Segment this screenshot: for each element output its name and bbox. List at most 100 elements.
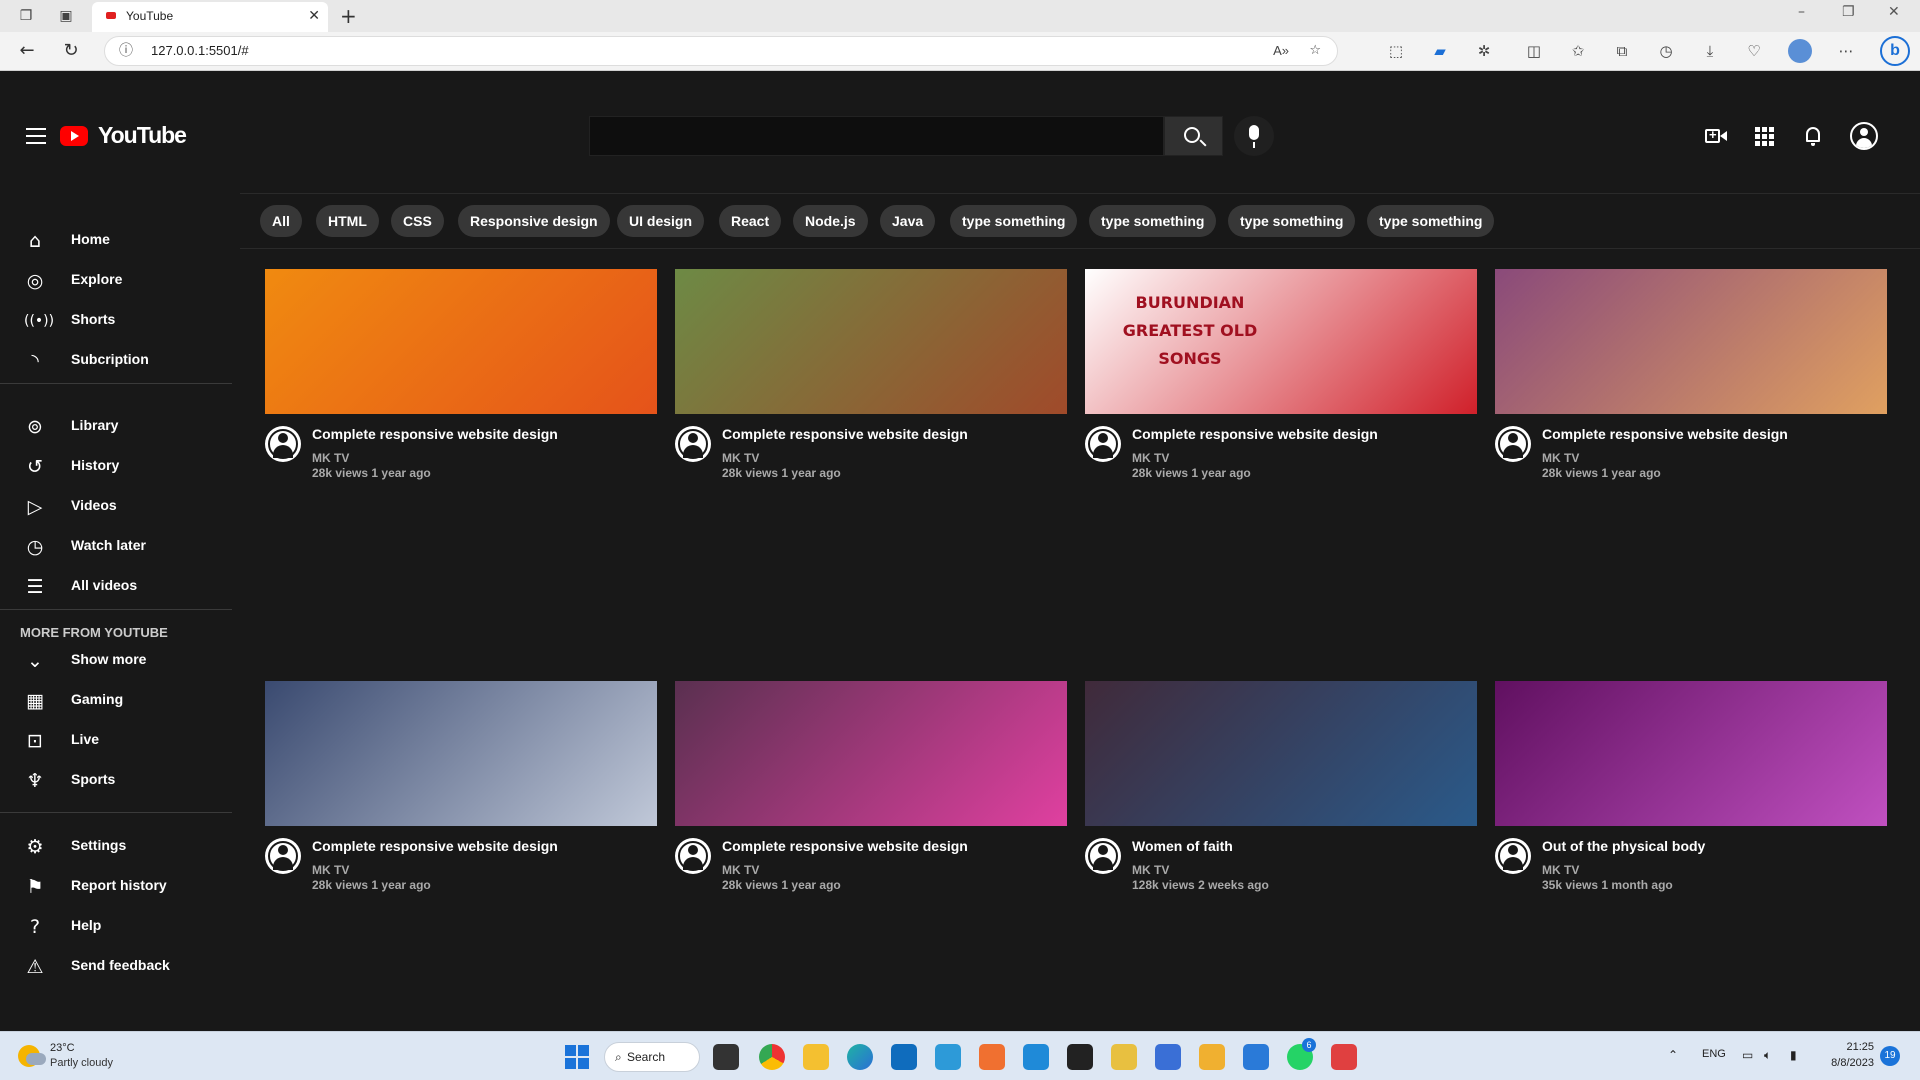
close-window-icon[interactable]: ✕: [1888, 4, 1900, 20]
video-title[interactable]: Complete responsive website design: [312, 838, 558, 854]
sidebar-item-gaming[interactable]: ▦ Gaming: [0, 680, 232, 720]
search-button[interactable]: [1164, 116, 1223, 156]
windows-start-icon[interactable]: [565, 1045, 589, 1069]
sidebar-item-send-feedback[interactable]: ⚠ Send feedback: [0, 946, 232, 986]
app-icon[interactable]: [1199, 1044, 1225, 1070]
chip-css[interactable]: CSS: [391, 205, 444, 237]
channel-avatar-icon[interactable]: [1085, 838, 1121, 874]
video-card[interactable]: Complete responsive website design MK TV 2…: [265, 269, 657, 489]
channel-avatar-icon[interactable]: [265, 838, 301, 874]
sidebar-item-settings[interactable]: ⚙ Settings: [0, 826, 232, 866]
video-thumbnail[interactable]: [265, 681, 657, 826]
browser-tab-youtube[interactable]: YouTube ✕: [92, 2, 328, 32]
restore-icon[interactable]: ❐: [1842, 4, 1855, 20]
video-thumbnail[interactable]: [1085, 681, 1477, 826]
sidebar-item-help[interactable]: ? Help: [0, 906, 232, 946]
terminal-icon[interactable]: [1067, 1044, 1093, 1070]
account-avatar-icon[interactable]: [1850, 122, 1878, 150]
sidebar-item-library[interactable]: ⊚ Library: [0, 406, 232, 446]
read-aloud-icon[interactable]: A»: [1273, 37, 1289, 65]
search-input[interactable]: [589, 116, 1164, 156]
chip-nodejs[interactable]: Node.js: [793, 205, 868, 237]
hamburger-menu-icon[interactable]: [26, 128, 46, 144]
video-card[interactable]: BURUNDIAN GREATEST OLD SONGS Complete res…: [1085, 269, 1477, 489]
notifications-bell-icon[interactable]: [1801, 124, 1825, 148]
favorite-star-icon[interactable]: ☆: [1309, 37, 1321, 65]
site-info-icon[interactable]: ⓘ: [119, 37, 133, 65]
more-menu-icon[interactable]: ⋯: [1836, 41, 1856, 61]
channel-avatar-icon[interactable]: [675, 426, 711, 462]
vscode-icon[interactable]: [1023, 1044, 1049, 1070]
taskbar-search[interactable]: ⌕ Search: [604, 1042, 700, 1072]
channel-avatar-icon[interactable]: [675, 838, 711, 874]
video-card[interactable]: Complete responsive website design MK TV 2…: [265, 681, 657, 901]
xampp-icon[interactable]: [979, 1044, 1005, 1070]
video-title[interactable]: Women of faith: [1132, 838, 1233, 854]
chip-java[interactable]: Java: [880, 205, 936, 237]
video-thumbnail[interactable]: [1495, 681, 1887, 826]
voice-search-button[interactable]: [1234, 116, 1274, 156]
system-clock[interactable]: 21:25 8/8/2023: [1818, 1039, 1874, 1071]
video-title[interactable]: Complete responsive website design: [722, 426, 968, 442]
battery-icon[interactable]: ▮: [1790, 1048, 1797, 1062]
video-card[interactable]: Women of faith MK TV 128k views 2 weeks ag…: [1085, 681, 1477, 901]
create-video-icon[interactable]: [1703, 124, 1727, 148]
sidebar-item-history[interactable]: ↺ History: [0, 446, 232, 486]
task-view-icon[interactable]: [713, 1044, 739, 1070]
back-icon[interactable]: ←: [16, 40, 38, 62]
snipping-tool-icon[interactable]: [1331, 1044, 1357, 1070]
video-title[interactable]: Complete responsive website design: [722, 838, 968, 854]
video-thumbnail[interactable]: [675, 681, 1067, 826]
workspaces-icon[interactable]: ❐: [16, 6, 36, 26]
refresh-icon[interactable]: ↻: [60, 40, 82, 62]
tab-actions-icon[interactable]: ▣: [56, 6, 76, 26]
video-title[interactable]: Complete responsive website design: [312, 426, 558, 442]
puzzle-extensions-icon[interactable]: ✲: [1474, 41, 1494, 61]
sidebar-item-show-more[interactable]: ⌄ Show more: [0, 640, 232, 680]
chip-type-something[interactable]: type something: [1367, 205, 1495, 237]
sidebar-item-live[interactable]: ⊡ Live: [0, 720, 232, 760]
chip-type-something[interactable]: type something: [1228, 205, 1356, 237]
video-title[interactable]: Out of the physical body: [1542, 838, 1705, 854]
video-title[interactable]: Complete responsive website design: [1132, 426, 1378, 442]
sidebar-item-report-history[interactable]: ⚑ Report history: [0, 866, 232, 906]
collections-icon[interactable]: ⧉: [1612, 41, 1632, 61]
favorites-icon[interactable]: ✩: [1568, 41, 1588, 61]
notification-badge[interactable]: 19: [1880, 1046, 1900, 1066]
chip-react[interactable]: React: [719, 205, 782, 237]
profile-avatar[interactable]: [1788, 39, 1812, 63]
video-thumbnail[interactable]: BURUNDIAN GREATEST OLD SONGS: [1085, 269, 1477, 414]
video-title[interactable]: Complete responsive website design: [1542, 426, 1788, 442]
chip-type-something[interactable]: type something: [1089, 205, 1217, 237]
sidebar-item-sports[interactable]: ♆ Sports: [0, 760, 232, 800]
chrome-icon[interactable]: [759, 1044, 785, 1070]
sidebar-item-home[interactable]: ⌂ Home: [0, 220, 232, 260]
video-card[interactable]: Complete responsive website design MK TV 2…: [675, 681, 1067, 901]
chip-all[interactable]: All: [260, 205, 302, 237]
video-thumbnail[interactable]: [265, 269, 657, 414]
edge-icon[interactable]: [847, 1044, 873, 1070]
video-card[interactable]: Complete responsive website design MK TV 2…: [1495, 269, 1887, 489]
weather-widget[interactable]: 23°C Partly cloudy: [18, 1041, 158, 1073]
volume-icon[interactable]: 🔈︎: [1764, 1048, 1771, 1063]
minimize-icon[interactable]: –: [1798, 4, 1805, 20]
bing-copilot-icon[interactable]: b: [1880, 36, 1910, 66]
chip-ui-design[interactable]: UI design: [617, 205, 705, 237]
sidebar-item-videos[interactable]: ▷ Videos: [0, 486, 232, 526]
chip-html[interactable]: HTML: [316, 205, 379, 237]
outlook-icon[interactable]: [891, 1044, 917, 1070]
close-tab-icon[interactable]: ✕: [308, 2, 320, 31]
sidebar-item-all-videos[interactable]: ☰ All videos: [0, 566, 232, 606]
channel-avatar-icon[interactable]: [1495, 838, 1531, 874]
notepad-icon[interactable]: [1243, 1044, 1269, 1070]
app-icon[interactable]: [1111, 1044, 1137, 1070]
video-card[interactable]: Complete responsive website design MK TV 2…: [675, 269, 1067, 489]
new-tab-button[interactable]: +: [340, 4, 357, 28]
sidebar-item-watch-later[interactable]: ◷ Watch later: [0, 526, 232, 566]
sidebar-item-shorts[interactable]: ((•)) Shorts: [0, 300, 232, 340]
network-icon[interactable]: ▭: [1742, 1048, 1753, 1062]
channel-avatar-icon[interactable]: [1085, 426, 1121, 462]
sidebar-item-explore[interactable]: ◎ Explore: [0, 260, 232, 300]
chip-responsive-design[interactable]: Responsive design: [458, 205, 610, 237]
remote-desktop-icon[interactable]: [935, 1044, 961, 1070]
